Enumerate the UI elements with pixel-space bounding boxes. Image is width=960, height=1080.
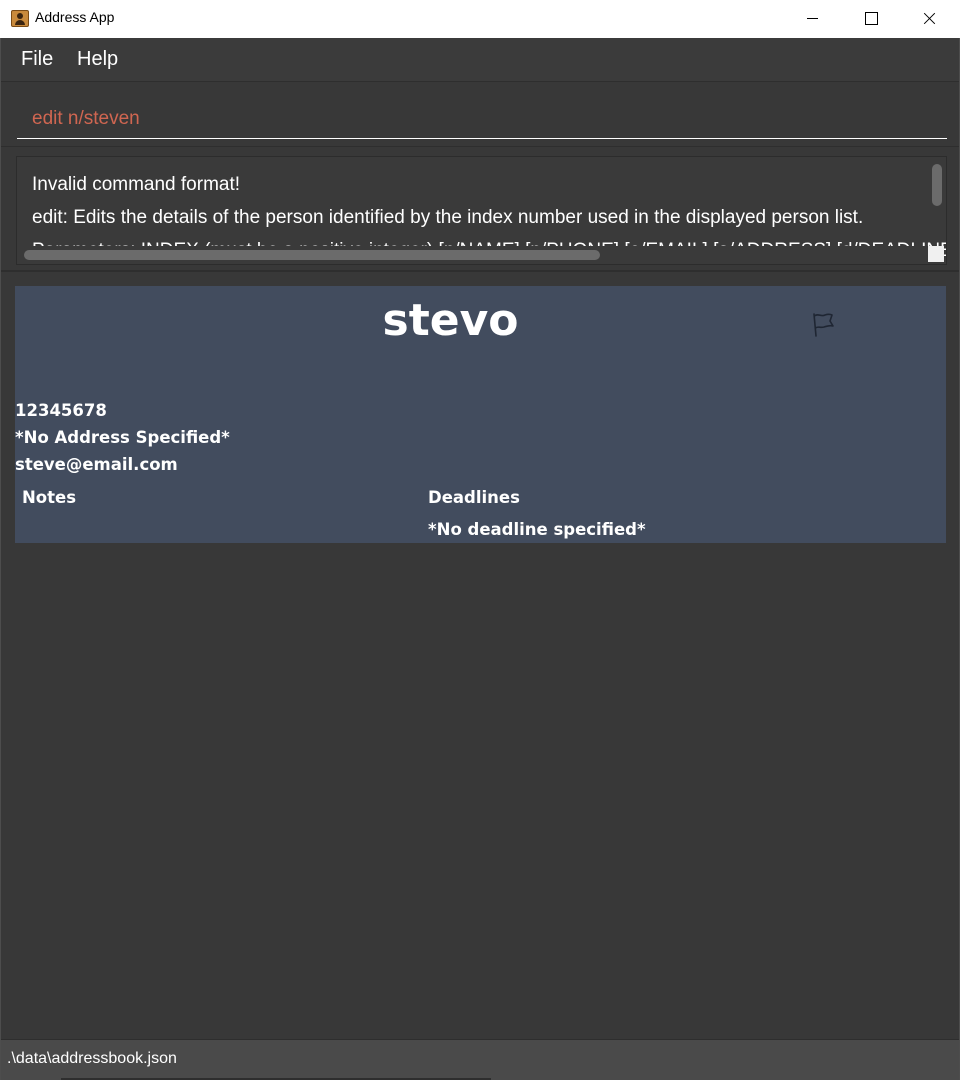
command-box-panel	[1, 83, 959, 146]
person-phone: 12345678	[15, 401, 107, 420]
address-book-icon	[11, 10, 29, 27]
menu-help[interactable]: Help	[77, 48, 118, 71]
person-card[interactable]: stevo 12345678 *No Address Specified* st…	[15, 286, 946, 543]
menu-bar: File Help	[1, 38, 959, 82]
flag-icon[interactable]	[808, 310, 838, 340]
horizontal-scrollbar[interactable]	[24, 250, 600, 260]
title-bar: Address App	[0, 0, 960, 38]
result-display[interactable]: Invalid command format! edit: Edits the …	[16, 156, 947, 265]
close-button[interactable]	[900, 0, 958, 38]
status-bar: .\data\addressbook.json	[1, 1039, 959, 1080]
scrollbar-corner	[928, 246, 944, 262]
command-input[interactable]	[17, 99, 947, 139]
result-display-panel: Invalid command format! edit: Edits the …	[1, 146, 959, 272]
deadline-value: *No deadline specified*	[428, 520, 646, 539]
minimize-button[interactable]	[784, 0, 842, 38]
horizontal-scrollbar-track	[17, 246, 928, 264]
notes-header: Notes	[22, 488, 77, 507]
person-list-panel: stevo 12345678 *No Address Specified* st…	[1, 273, 959, 1039]
person-name: stevo	[382, 295, 519, 346]
deadlines-header: Deadlines	[428, 488, 520, 507]
person-email: steve@email.com	[15, 455, 178, 474]
window-title: Address App	[35, 9, 115, 25]
vertical-scrollbar[interactable]	[932, 164, 942, 206]
maximize-button[interactable]	[842, 0, 900, 38]
person-address: *No Address Specified*	[15, 428, 230, 447]
save-location: .\data\addressbook.json	[7, 1050, 177, 1067]
menu-file[interactable]: File	[21, 48, 53, 71]
